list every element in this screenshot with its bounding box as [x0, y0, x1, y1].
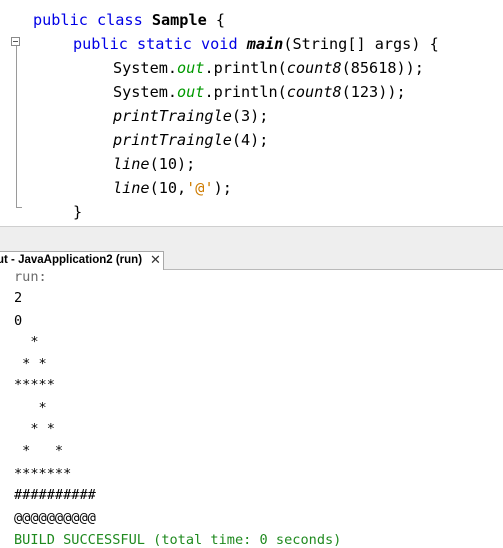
- fold-guide: [16, 46, 17, 208]
- code-text: }: [73, 203, 83, 221]
- output-line: 0: [14, 313, 23, 329]
- output-line: *****: [14, 377, 55, 393]
- code-text: .println(: [204, 59, 287, 77]
- close-icon[interactable]: ✕: [150, 252, 161, 268]
- code-text: (String[] args) {: [283, 35, 439, 53]
- code-line-print-triangle-4[interactable]: printTraingle(4);: [113, 128, 268, 152]
- method-call: count8: [286, 83, 342, 101]
- output-line: * *: [14, 443, 64, 459]
- code-text: (123));: [341, 83, 406, 101]
- code-text: {: [206, 11, 226, 29]
- static-field: out: [177, 83, 205, 101]
- output-line: @@@@@@@@@@: [14, 510, 96, 526]
- code-editor[interactable]: public class Sample { public static void…: [0, 0, 503, 226]
- code-line-print-triangle-3[interactable]: printTraingle(3);: [113, 104, 268, 128]
- output-line: *: [14, 400, 47, 416]
- code-text: );: [213, 179, 232, 197]
- code-text: (3);: [231, 107, 269, 125]
- method-name: main: [246, 35, 284, 53]
- output-line: 2: [14, 290, 23, 306]
- code-line-class-decl[interactable]: public class Sample {: [33, 8, 225, 32]
- output-line: *: [14, 334, 39, 350]
- code-text: (10);: [149, 155, 196, 173]
- code-text: (4);: [231, 131, 269, 149]
- code-text: System.: [113, 59, 178, 77]
- output-tab-title: ut - JavaApplication2 (run): [0, 254, 143, 266]
- code-text: System.: [113, 83, 178, 101]
- output-line: *******: [14, 466, 72, 482]
- output-line: ##########: [14, 487, 96, 503]
- keyword: public class: [33, 11, 152, 29]
- panel-splitter[interactable]: [0, 226, 503, 248]
- char-literal: '@': [186, 179, 214, 197]
- code-text: (85618));: [341, 59, 424, 77]
- static-field: out: [177, 59, 205, 77]
- method-call: count8: [286, 59, 342, 77]
- keyword: public static void: [73, 35, 247, 53]
- class-name: Sample: [151, 11, 207, 29]
- code-line-println-2[interactable]: System.out.println(count8(123));: [113, 80, 406, 104]
- output-line: * *: [14, 421, 55, 437]
- output-run-line: run:: [14, 270, 47, 285]
- code-line-println-1[interactable]: System.out.println(count8(85618));: [113, 56, 424, 80]
- method-call: line: [113, 179, 150, 197]
- method-call: line: [113, 155, 150, 173]
- fold-guide-end: [16, 207, 22, 208]
- code-line-line-10-at[interactable]: line(10,'@');: [113, 176, 232, 200]
- code-text: (10,: [149, 179, 187, 197]
- code-line-line-10[interactable]: line(10);: [113, 152, 195, 176]
- code-line-main-decl[interactable]: public static void main(String[] args) {: [73, 32, 439, 56]
- code-text: .println(: [204, 83, 287, 101]
- code-line-close-brace[interactable]: }: [73, 200, 82, 224]
- output-build-status: BUILD SUCCESSFUL (total time: 0 seconds): [14, 532, 342, 548]
- output-tab-bar: ut - JavaApplication2 (run) ✕: [0, 248, 503, 270]
- output-console[interactable]: run: 2 0 * * * ***** * * * * * ******* #…: [0, 270, 503, 548]
- method-call: printTraingle: [113, 131, 232, 149]
- output-tab[interactable]: ut - JavaApplication2 (run) ✕: [0, 251, 164, 270]
- fold-toggle-icon[interactable]: [11, 37, 20, 46]
- method-call: printTraingle: [113, 107, 232, 125]
- output-line: * *: [14, 356, 47, 372]
